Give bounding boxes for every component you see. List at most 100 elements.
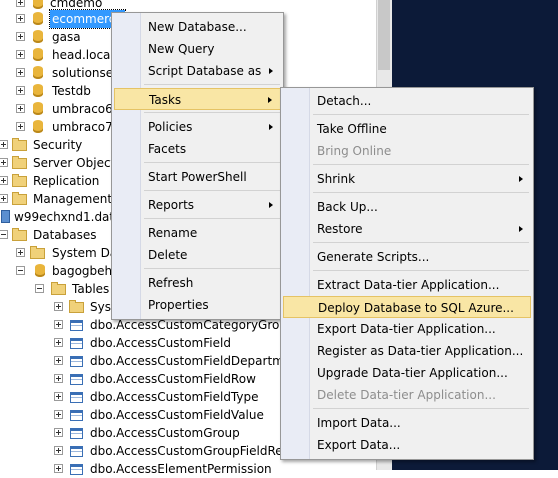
menu-item-export-data-tier[interactable]: Export Data-tier Application... bbox=[283, 318, 531, 340]
menu-item-policies[interactable]: Policies bbox=[114, 116, 281, 138]
submenu-arrow-icon bbox=[269, 202, 273, 208]
menu-item-new-query[interactable]: New Query bbox=[114, 38, 281, 60]
collapse-icon[interactable] bbox=[16, 266, 25, 275]
menu-item-label: Bring Online bbox=[317, 144, 392, 158]
tree-node-label: dbo.AccessCustomFieldRow bbox=[90, 372, 256, 386]
tree-node-label: bagogbeha bbox=[52, 264, 120, 278]
table-icon bbox=[70, 392, 83, 403]
menu-item-label: Script Database as bbox=[148, 64, 262, 78]
expand-icon[interactable] bbox=[54, 374, 63, 383]
menu-separator bbox=[144, 190, 280, 191]
menu-item-restore[interactable]: Restore bbox=[283, 218, 531, 240]
tree-node-label: Replication bbox=[33, 174, 100, 188]
menu-item-label: Properties bbox=[148, 298, 209, 312]
database-icon bbox=[33, 84, 43, 97]
menu-item-register-data-tier[interactable]: Register as Data-tier Application... bbox=[283, 340, 531, 362]
expand-icon[interactable] bbox=[54, 392, 63, 401]
menu-item-detach[interactable]: Detach... bbox=[283, 90, 531, 112]
table-icon bbox=[70, 428, 83, 439]
menu-item-back-up[interactable]: Back Up... bbox=[283, 196, 531, 218]
menu-item-facets[interactable]: Facets bbox=[114, 138, 281, 160]
expand-icon[interactable] bbox=[16, 248, 25, 257]
menu-separator bbox=[144, 218, 280, 219]
expand-icon[interactable] bbox=[16, 32, 25, 41]
menu-item-label: New Query bbox=[148, 42, 215, 56]
expand-icon[interactable] bbox=[16, 68, 25, 77]
menu-item-label: Detach... bbox=[317, 94, 372, 108]
menu-separator bbox=[144, 112, 280, 113]
expand-icon[interactable] bbox=[16, 14, 25, 23]
tree-node-label: Server Objects bbox=[33, 156, 122, 170]
menu-item-take-offline[interactable]: Take Offline bbox=[283, 118, 531, 140]
expand-icon[interactable] bbox=[16, 122, 25, 131]
database-context-menu: New Database... New Query Script Databas… bbox=[111, 12, 284, 320]
menu-item-label: Deploy Database to SQL Azure... bbox=[318, 301, 514, 315]
menu-item-label: Rename bbox=[148, 226, 198, 240]
menu-item-label: Reports bbox=[148, 198, 195, 212]
scrollbar-thumb[interactable] bbox=[378, 0, 390, 70]
collapse-icon[interactable] bbox=[0, 230, 8, 239]
database-icon bbox=[35, 264, 45, 277]
tree-node-label: dbo.AccessCustomFieldDepartment bbox=[90, 354, 304, 368]
tree-node-label: dbo.AccessElementPermission bbox=[90, 462, 272, 476]
expand-icon[interactable] bbox=[0, 176, 8, 185]
menu-item-export-data[interactable]: Export Data... bbox=[283, 434, 531, 456]
expand-icon[interactable] bbox=[54, 428, 63, 437]
menu-item-refresh[interactable]: Refresh bbox=[114, 272, 281, 294]
expand-icon[interactable] bbox=[54, 446, 63, 455]
menu-item-label: Export Data-tier Application... bbox=[317, 322, 496, 336]
expand-icon[interactable] bbox=[54, 410, 63, 419]
menu-item-label: Take Offline bbox=[317, 122, 387, 136]
menu-item-label: Facets bbox=[148, 142, 187, 156]
menu-item-import-data[interactable]: Import Data... bbox=[283, 412, 531, 434]
menu-item-shrink[interactable]: Shrink bbox=[283, 168, 531, 190]
menu-item-delete[interactable]: Delete bbox=[114, 244, 281, 266]
expand-icon[interactable] bbox=[0, 140, 8, 149]
expand-icon[interactable] bbox=[54, 320, 63, 329]
submenu-arrow-icon bbox=[519, 176, 523, 182]
menu-separator bbox=[144, 84, 280, 85]
database-icon bbox=[33, 66, 43, 79]
submenu-arrow-icon bbox=[269, 68, 273, 74]
expand-icon[interactable] bbox=[16, 86, 25, 95]
menu-item-label: Upgrade Data-tier Application... bbox=[317, 366, 508, 380]
expand-icon[interactable] bbox=[54, 464, 63, 473]
expand-icon[interactable] bbox=[16, 0, 25, 7]
database-icon bbox=[33, 120, 43, 133]
menu-item-generate-scripts[interactable]: Generate Scripts... bbox=[283, 246, 531, 268]
expand-icon[interactable] bbox=[16, 50, 25, 59]
menu-item-label: Generate Scripts... bbox=[317, 250, 430, 264]
menu-item-delete-data-tier[interactable]: Delete Data-tier Application... bbox=[283, 384, 531, 406]
expand-icon[interactable] bbox=[54, 356, 63, 365]
menu-item-new-database[interactable]: New Database... bbox=[114, 16, 281, 38]
expand-icon[interactable] bbox=[0, 194, 8, 203]
tree-node-label: dbo.AccessCustomGroupFieldRelati bbox=[90, 444, 302, 458]
table-icon bbox=[70, 410, 83, 421]
expand-icon[interactable] bbox=[0, 158, 8, 167]
expand-icon[interactable] bbox=[16, 104, 25, 113]
collapse-icon[interactable] bbox=[35, 284, 44, 293]
menu-item-extract-data-tier[interactable]: Extract Data-tier Application... bbox=[283, 274, 531, 296]
menu-item-upgrade-data-tier[interactable]: Upgrade Data-tier Application... bbox=[283, 362, 531, 384]
database-icon bbox=[33, 30, 43, 43]
menu-item-start-powershell[interactable]: Start PowerShell bbox=[114, 166, 281, 188]
menu-item-label: Delete Data-tier Application... bbox=[317, 388, 496, 402]
expand-icon[interactable] bbox=[54, 302, 63, 311]
tree-node-label: dbo.AccessCustomGroup bbox=[90, 426, 240, 440]
menu-item-script-database[interactable]: Script Database as bbox=[114, 60, 281, 82]
menu-item-properties[interactable]: Properties bbox=[114, 294, 281, 316]
menu-item-label: Back Up... bbox=[317, 200, 378, 214]
menu-separator bbox=[313, 408, 529, 409]
menu-item-reports[interactable]: Reports bbox=[114, 194, 281, 216]
menu-separator bbox=[313, 242, 529, 243]
menu-item-deploy-sql-azure[interactable]: Deploy Database to SQL Azure... bbox=[283, 296, 531, 318]
tree-node-label: Tables bbox=[72, 282, 110, 296]
menu-separator bbox=[144, 162, 280, 163]
expand-icon[interactable] bbox=[54, 338, 63, 347]
menu-separator bbox=[313, 270, 529, 271]
menu-item-tasks[interactable]: Tasks bbox=[114, 88, 281, 110]
menu-item-label: Shrink bbox=[317, 172, 356, 186]
menu-item-bring-online[interactable]: Bring Online bbox=[283, 140, 531, 162]
menu-item-rename[interactable]: Rename bbox=[114, 222, 281, 244]
database-icon bbox=[33, 102, 43, 115]
